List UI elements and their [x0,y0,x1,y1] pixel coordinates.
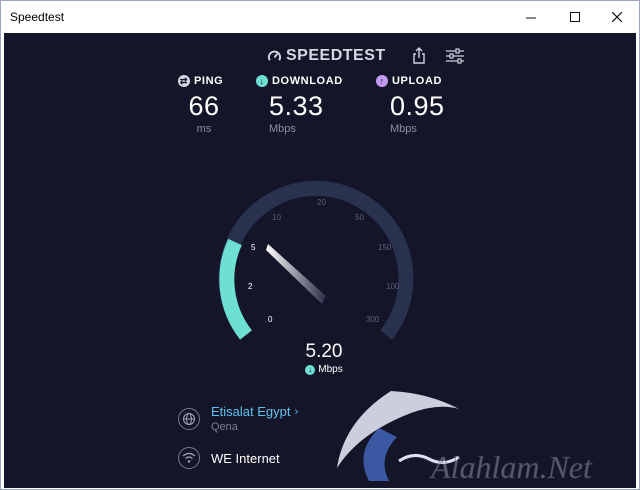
maximize-icon [569,11,580,22]
watermark-text: Alahlam.Net [429,449,593,485]
wifi-icon [178,447,200,469]
gauge-tick-0: 0 [268,315,273,324]
current-speed-value: 5.20 [305,341,343,362]
upload-stat: ↑ UPLOAD 0.95 Mbps [376,75,448,135]
gauge-tick-100: 100 [386,282,400,291]
gauge-tick-5: 5 [251,243,256,252]
close-icon [611,11,622,22]
globe-icon [178,407,200,430]
settings-sliders-icon [446,48,464,64]
gauge-tick-2: 2 [248,282,253,291]
close-button[interactable] [595,1,639,33]
download-header: ↓ DOWNLOAD [256,75,348,87]
speed-gauge: 0 2 5 10 20 50 150 100 300 [218,180,414,340]
minimize-button[interactable] [509,1,553,33]
download-stat: ↓ DOWNLOAD 5.33 Mbps [256,75,348,135]
share-button[interactable] [408,46,430,66]
app-window: Speedtest SPEEDTEST ⇄ PING 66 ms ↓ DOWNL… [0,0,640,490]
download-label: DOWNLOAD [272,75,343,87]
speedtest-logo: SPEEDTEST [267,47,386,65]
upload-label: UPLOAD [392,75,443,87]
download-unit: Mbps [269,123,296,135]
isp-row[interactable]: Etisalat Egypt › Qena [178,404,298,433]
server-row[interactable]: WE Internet [178,447,280,469]
title-bar[interactable]: Speedtest [1,1,639,33]
gauge-tick-300: 300 [366,315,380,324]
watermark-e-mark [363,428,397,481]
ping-stat: ⇄ PING 66 ms [178,75,230,135]
gauge-tick-20: 20 [317,198,326,207]
chevron-right-icon: › [294,405,299,418]
gauge-tick-50: 50 [355,213,364,222]
settings-button[interactable] [444,46,466,66]
gauge-tick-150: 150 [378,243,392,252]
download-arrow-icon: ↓ [256,75,268,87]
gauge-tick-10: 10 [272,213,281,222]
ping-value: 66 [188,91,220,121]
isp-name[interactable]: Etisalat Egypt [211,404,291,419]
upload-header: ↑ UPLOAD [376,75,448,87]
logo-text: SPEEDTEST [286,47,386,64]
ping-label: PING [194,75,224,87]
gauge-track [218,180,414,340]
upload-arrow-icon: ↑ [376,75,388,87]
speedtest-logo-icon [267,50,282,61]
minimize-icon [525,17,536,18]
watermark: Alahlam.Net [337,391,593,485]
isp-location: Qena [211,421,238,433]
gauge-progress [219,238,253,340]
ping-header: ⇄ PING [178,75,230,87]
window-title: Speedtest [10,10,65,24]
upload-unit: Mbps [390,123,417,135]
share-icon [413,47,425,64]
server-name[interactable]: WE Internet [211,451,280,466]
maximize-button[interactable] [553,1,597,33]
ping-unit: ms [196,123,212,135]
ping-icon: ⇄ [178,75,190,87]
current-speed-readout: 5.20 ↓ Mbps [284,341,364,375]
upload-value: 0.95 [390,91,445,121]
download-small-icon: ↓ [305,364,316,375]
download-value: 5.33 [269,91,324,121]
gauge-needle [266,244,326,304]
